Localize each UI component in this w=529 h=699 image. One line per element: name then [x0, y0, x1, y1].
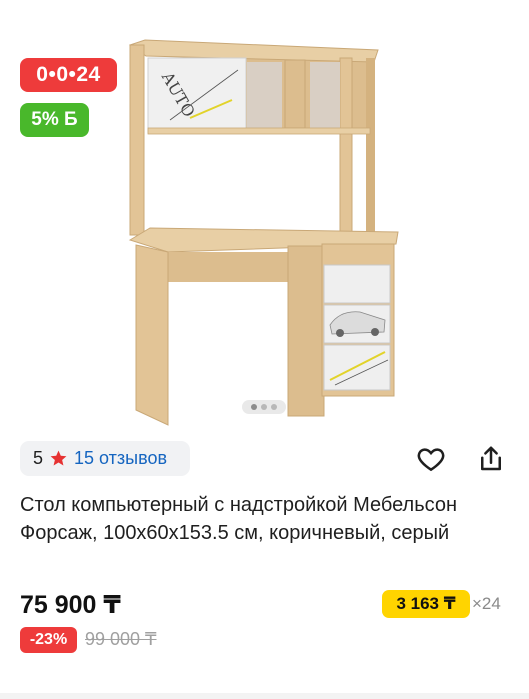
gallery-pagination[interactable]	[242, 400, 286, 414]
pagination-dot[interactable]	[261, 404, 267, 410]
divider	[0, 693, 529, 699]
installment-months: ×24	[472, 594, 501, 613]
share-button[interactable]	[474, 444, 508, 478]
pagination-dot[interactable]	[251, 404, 257, 410]
timer-badge: 0•0•24	[20, 58, 117, 92]
current-price: 75 900 ₸	[20, 591, 121, 619]
installment-badge[interactable]: 3 163 ₸	[382, 590, 470, 618]
discount-badge: -23%	[20, 627, 77, 653]
reviews-link[interactable]: 15 отзывов	[74, 448, 167, 469]
product-title: Стол компьютерный с надстройкой Мебельсо…	[20, 494, 458, 544]
favorite-button[interactable]	[414, 444, 448, 478]
share-icon	[476, 444, 506, 479]
star-icon	[49, 449, 68, 468]
rating-chip[interactable]: 5 15 отзывов	[20, 441, 190, 476]
old-price: 99 000 ₸	[85, 629, 157, 649]
product-image-gallery[interactable]: AUTO 0•0•24 5% Б	[0, 0, 529, 430]
rating-score: 5	[33, 448, 44, 468]
bonus-badge: 5% Б	[20, 103, 89, 137]
pagination-dot[interactable]	[271, 404, 277, 410]
heart-outline-icon	[416, 444, 446, 479]
